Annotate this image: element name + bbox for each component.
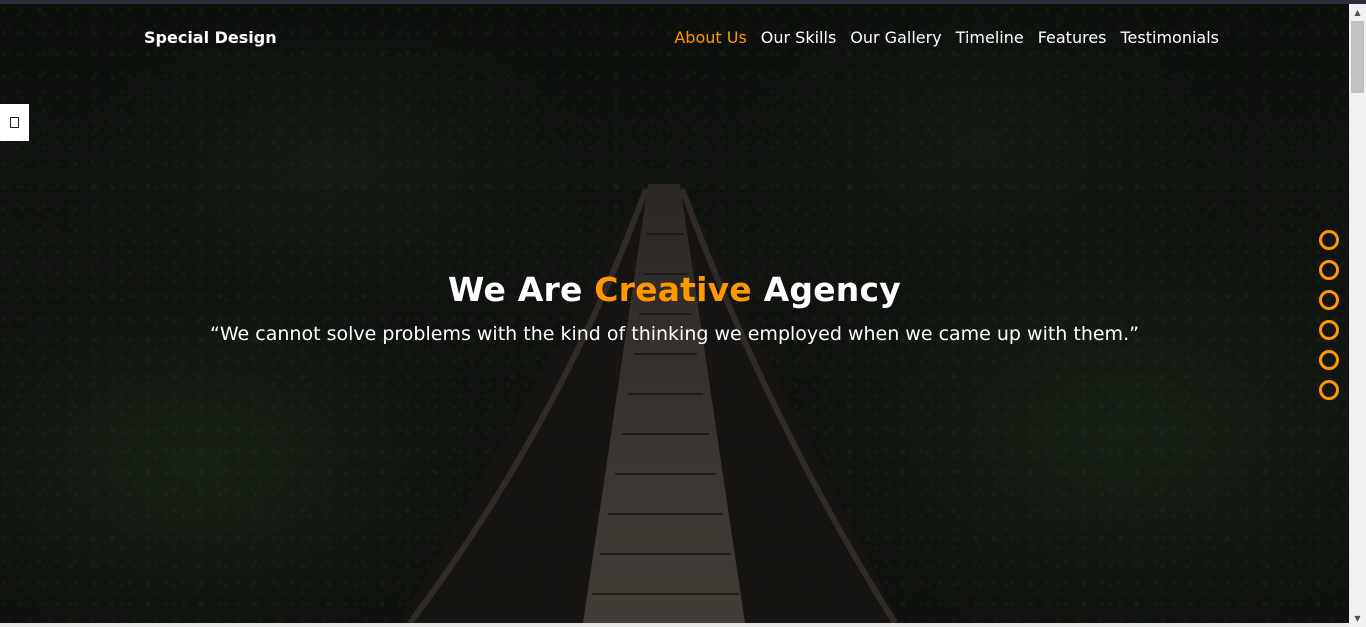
nav-features[interactable]: Features bbox=[1038, 28, 1107, 47]
settings-toggle-button[interactable] bbox=[0, 104, 29, 141]
hero-title-suffix: Agency bbox=[751, 270, 901, 309]
scroll-up-icon[interactable]: ▲ bbox=[1349, 4, 1366, 21]
bullet-about-us[interactable] bbox=[1319, 230, 1339, 250]
logo[interactable]: Special Design bbox=[144, 28, 277, 47]
hero-content: We Are Creative Agency “We cannot solve … bbox=[0, 270, 1349, 345]
scroll-thumb[interactable] bbox=[1351, 21, 1364, 93]
hero-title: We Are Creative Agency bbox=[0, 270, 1349, 309]
gear-icon bbox=[10, 117, 19, 128]
scroll-down-icon[interactable]: ▼ bbox=[1349, 610, 1366, 627]
nav-timeline[interactable]: Timeline bbox=[956, 28, 1024, 47]
hero-quote: “We cannot solve problems with the kind … bbox=[210, 323, 1139, 345]
bullet-our-gallery[interactable] bbox=[1319, 290, 1339, 310]
bullet-timeline[interactable] bbox=[1319, 320, 1339, 340]
horizontal-scrollbar-edge bbox=[0, 623, 1349, 627]
main-nav: About Us Our Skills Our Gallery Timeline… bbox=[674, 28, 1219, 47]
nav-our-gallery[interactable]: Our Gallery bbox=[850, 28, 941, 47]
bullet-our-skills[interactable] bbox=[1319, 260, 1339, 280]
bullet-testimonials[interactable] bbox=[1319, 380, 1339, 400]
hero-title-accent: Creative bbox=[594, 270, 752, 309]
site-header: Special Design About Us Our Skills Our G… bbox=[0, 4, 1349, 74]
nav-our-skills[interactable]: Our Skills bbox=[761, 28, 837, 47]
nav-about-us[interactable]: About Us bbox=[674, 28, 746, 47]
hero-title-prefix: We Are bbox=[448, 270, 595, 309]
vertical-scrollbar[interactable]: ▲ ▼ bbox=[1349, 4, 1366, 627]
nav-testimonials[interactable]: Testimonials bbox=[1121, 28, 1220, 47]
bullet-features[interactable] bbox=[1319, 350, 1339, 370]
section-bullets bbox=[1319, 230, 1339, 400]
